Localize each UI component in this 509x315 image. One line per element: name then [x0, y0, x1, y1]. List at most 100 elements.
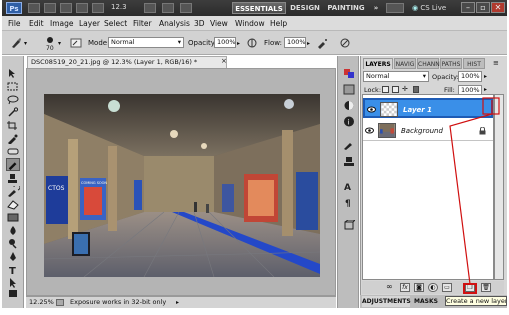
workspace-design-button[interactable]: DESIGN [288, 2, 322, 14]
eyedropper-tool-icon[interactable] [6, 133, 20, 144]
cs-live-button[interactable]: ◉ CS Live [412, 2, 446, 14]
3d-panel-icon[interactable] [343, 220, 355, 231]
eraser-tool-icon[interactable] [6, 199, 20, 210]
screen-mode-icon[interactable] [180, 3, 192, 13]
brush-panel-dock-icon[interactable] [343, 140, 355, 151]
brush-tool-active[interactable] [6, 158, 20, 171]
more-workspaces-button[interactable]: » [370, 2, 382, 14]
brush-panel-icon[interactable] [70, 37, 82, 49]
shape-tool-icon[interactable] [6, 288, 20, 299]
pressure-opacity-icon[interactable] [246, 37, 258, 49]
zoom-level-icon[interactable] [76, 3, 88, 13]
clone-source-panel-icon[interactable] [343, 156, 355, 167]
search-icon[interactable] [386, 3, 404, 13]
tab-adjustments[interactable]: ADJUSTMENTS [362, 296, 411, 307]
character-panel-icon[interactable]: A [343, 180, 355, 191]
type-tool-icon[interactable]: T [6, 264, 20, 275]
add-mask-icon[interactable]: ◙ [414, 283, 424, 292]
path-selection-tool-icon[interactable] [6, 277, 20, 288]
tab-paths[interactable]: PATHS [440, 58, 462, 69]
new-adjustment-layer-icon[interactable]: ◐ [428, 283, 438, 292]
bridge-icon[interactable] [28, 3, 40, 13]
airbrush-icon[interactable] [316, 37, 328, 49]
link-layers-icon[interactable]: ∞ [386, 282, 393, 291]
view-extras-icon[interactable] [60, 3, 72, 13]
workspace-essentials-button[interactable]: ESSENTIALS [232, 2, 286, 14]
marquee-tool-icon[interactable] [6, 81, 20, 92]
lasso-tool-icon[interactable] [6, 94, 20, 105]
tab-navigator[interactable]: NAVIG [394, 58, 416, 69]
lock-image-icon[interactable] [392, 86, 399, 93]
pressure-size-icon[interactable] [339, 37, 351, 49]
layer-style-icon[interactable]: fx [400, 283, 410, 292]
layer-opacity-arrow[interactable]: ▸ [484, 73, 487, 80]
status-menu-arrow[interactable]: ▸ [176, 297, 179, 308]
close-document-icon[interactable]: × [221, 57, 229, 65]
tab-layers[interactable]: LAYERS [363, 58, 393, 69]
menu-select[interactable]: Select [104, 19, 127, 28]
opacity-slider-arrow[interactable]: ▸ [237, 40, 240, 47]
status-preview-icon[interactable] [56, 299, 64, 306]
layer-1-name[interactable]: Layer 1 [403, 106, 432, 114]
mode-select[interactable]: Normal ▾ [108, 37, 184, 48]
paragraph-panel-icon[interactable]: ¶ [343, 196, 355, 207]
blur-tool-icon[interactable] [6, 225, 20, 236]
menu-image[interactable]: Image [50, 19, 74, 28]
history-brush-tool-icon[interactable] [6, 186, 20, 197]
fill-arrow[interactable]: ▸ [484, 86, 487, 93]
zoom-dropdown[interactable]: 12.3 [111, 3, 139, 13]
menu-help[interactable]: Help [270, 19, 287, 28]
menu-filter[interactable]: Filter [133, 19, 152, 28]
workspace-painting-button[interactable]: PAINTING [326, 2, 366, 14]
crop-tool-icon[interactable] [6, 120, 20, 131]
close-button[interactable]: ✕ [491, 2, 505, 13]
brush-preset-arrow[interactable]: ▾ [58, 40, 61, 47]
minimize-button[interactable]: – [461, 2, 475, 13]
menu-layer[interactable]: Layer [79, 19, 100, 28]
maximize-button[interactable]: ▫ [476, 2, 490, 13]
info-panel-icon[interactable]: i [343, 116, 355, 127]
gradient-tool-icon[interactable] [6, 212, 20, 223]
mini-bridge-icon[interactable] [44, 3, 56, 13]
color-panel-icon[interactable] [343, 68, 355, 79]
menu-edit[interactable]: Edit [29, 19, 44, 28]
zoom-status[interactable]: 12.25% [29, 297, 54, 308]
background-layer-name[interactable]: Background [401, 127, 443, 135]
flow-slider-arrow[interactable]: ▸ [307, 40, 310, 47]
move-tool-icon[interactable] [6, 68, 20, 79]
document-tab[interactable]: DSC08519_20_21.jpg @ 12.3% (Layer 1, RGB… [27, 56, 227, 68]
tab-channels[interactable]: CHANN [417, 58, 440, 69]
layer-opacity-input[interactable]: 100% [458, 71, 482, 82]
blend-mode-select[interactable]: Normal ▾ [363, 71, 429, 82]
arrange-documents-icon[interactable] [162, 3, 174, 13]
panel-menu-icon[interactable]: ≡ [493, 59, 499, 67]
lock-position-icon[interactable]: ✛ [402, 85, 408, 93]
quick-selection-tool-icon[interactable] [6, 107, 20, 118]
pen-tool-icon[interactable] [6, 251, 20, 262]
dodge-tool-icon[interactable] [6, 238, 20, 249]
tab-history[interactable]: HIST [463, 58, 485, 69]
menu-window[interactable]: Window [235, 19, 265, 28]
visibility-eye-icon[interactable] [367, 105, 376, 114]
brush-tool-icon[interactable] [10, 37, 22, 49]
healing-brush-tool-icon[interactable] [6, 146, 20, 157]
menu-analysis[interactable]: Analysis [159, 19, 190, 28]
rotate-view-icon[interactable] [144, 3, 156, 13]
flow-input[interactable]: 100% [284, 37, 306, 48]
swatches-panel-icon[interactable] [343, 84, 355, 95]
visibility-eye-icon[interactable] [365, 126, 374, 135]
tooltip: Create a new layer [445, 296, 507, 306]
menu-3d[interactable]: 3D [194, 19, 205, 28]
clone-stamp-tool-icon[interactable] [6, 173, 20, 184]
tool-preset-arrow[interactable]: ▾ [24, 40, 27, 47]
brush-icon [8, 162, 17, 171]
document-photo[interactable]: CTOS COMING SOON [44, 94, 320, 277]
lock-transparent-icon[interactable] [382, 86, 389, 93]
hand-tool-icon[interactable] [92, 3, 104, 13]
lock-all-icon[interactable] [413, 86, 419, 93]
menu-view[interactable]: View [210, 19, 228, 28]
menu-file[interactable]: File [8, 19, 21, 28]
opacity-input[interactable]: 100% [214, 37, 236, 48]
adjustments-panel-icon[interactable] [343, 100, 355, 111]
tab-masks[interactable]: MASKS [412, 296, 440, 307]
